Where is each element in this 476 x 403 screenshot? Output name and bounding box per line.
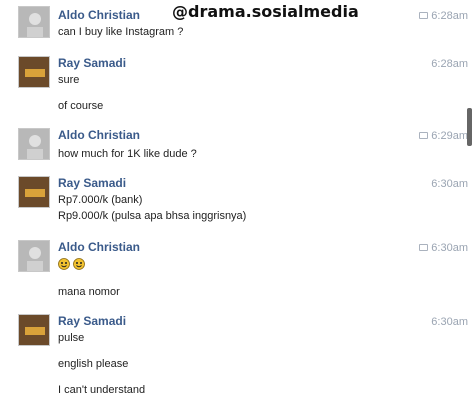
chat-bubble-icon <box>419 244 429 251</box>
emoji-line <box>58 258 88 271</box>
chat-transcript: @drama.sosialmedia Aldo Christian 6:28am… <box>0 0 476 403</box>
sender-name[interactable]: Ray Samadi <box>58 314 126 328</box>
message-line: english please <box>58 358 129 370</box>
message-line: of course <box>58 100 104 112</box>
timestamp-text: 6:29am <box>431 130 468 142</box>
aldo-avatar[interactable] <box>18 240 50 272</box>
message-line: pulse <box>58 332 85 344</box>
message-line: sure <box>58 74 80 86</box>
message-line: Rp7.000/k (bank) <box>58 194 143 206</box>
sender-name[interactable]: Ray Samadi <box>58 56 126 70</box>
message-line: can I buy like Instagram ? <box>58 26 184 38</box>
timestamp: 6:29am <box>419 130 468 142</box>
ray-avatar[interactable] <box>18 176 50 208</box>
timestamp: 6:28am <box>419 10 468 22</box>
watermark: @drama.sosialmedia <box>172 2 359 21</box>
message-line: Rp9.000/k (pulsa apa bhsa inggrisnya) <box>58 210 247 222</box>
timestamp: 6:28am <box>431 58 468 70</box>
aldo-avatar[interactable] <box>18 6 50 38</box>
sender-name[interactable]: Aldo Christian <box>58 128 140 142</box>
sender-name[interactable]: Ray Samadi <box>58 176 126 190</box>
chat-bubble-icon <box>419 132 429 139</box>
sender-name[interactable]: Aldo Christian <box>58 240 140 254</box>
message-line: mana nomor <box>58 286 120 298</box>
timestamp: 6:30am <box>431 178 468 190</box>
message-line: how much for 1K like dude ? <box>58 148 197 160</box>
ray-avatar[interactable] <box>18 314 50 346</box>
sender-name[interactable]: Aldo Christian <box>58 8 140 22</box>
smiley-face-icon <box>73 258 85 270</box>
message-line: I can't understand <box>58 384 146 396</box>
scrollbar[interactable] <box>467 108 472 146</box>
timestamp-text: 6:30am <box>431 242 468 254</box>
ray-avatar[interactable] <box>18 56 50 88</box>
smiley-face-icon <box>58 258 70 270</box>
timestamp: 6:30am <box>419 242 468 254</box>
timestamp-text: 6:28am <box>431 10 468 22</box>
aldo-avatar[interactable] <box>18 128 50 160</box>
timestamp: 6:30am <box>431 316 468 328</box>
chat-bubble-icon <box>419 12 429 19</box>
